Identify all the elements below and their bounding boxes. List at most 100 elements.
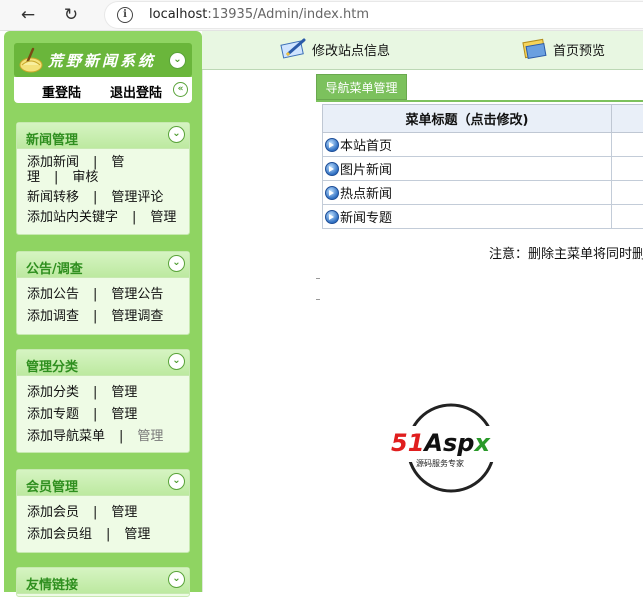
panel-news: 新闻管理 ⌄ 添加新闻|管 理|审核 新闻转移|管理评论 添加站内关键字|管理 xyxy=(16,122,190,235)
edit-site-info-button[interactable]: 修改站点信息 xyxy=(312,40,390,59)
panel-header: 公告/调查 ⌄ xyxy=(17,252,189,278)
bullet-arrow-icon xyxy=(325,138,339,152)
brand-header: 荒野新闻系统 ⌄ xyxy=(14,43,192,77)
homepage-preview-label: 首页预览 xyxy=(553,44,605,59)
panel-links: 友情链接 ⌄ xyxy=(16,567,190,597)
pencil-edit-icon xyxy=(280,36,308,60)
table-header-row: 菜单标题（点击修改) xyxy=(323,105,643,133)
manage-topic-link[interactable]: 管理 xyxy=(111,407,137,422)
chevron-down-icon[interactable]: ⌄ xyxy=(168,473,185,490)
panel-body: 添加新闻|管 理|审核 新闻转移|管理评论 添加站内关键字|管理 xyxy=(17,149,189,228)
add-notice-link[interactable]: 添加公告 xyxy=(27,287,79,302)
table-row: 图片新闻 xyxy=(323,157,643,181)
panel-header: 管理分类 ⌄ xyxy=(17,350,189,376)
menu-item-cell[interactable]: 新闻专题 xyxy=(323,205,612,229)
chevron-down-icon[interactable]: ⌄ xyxy=(168,571,185,588)
edit-site-info-label: 修改站点信息 xyxy=(312,44,390,59)
menu-item-cell[interactable]: 图片新闻 xyxy=(323,157,612,181)
divider-tick xyxy=(316,299,320,300)
panel-title: 新闻管理 xyxy=(26,129,78,148)
chevron-down-icon[interactable]: ⌄ xyxy=(168,126,185,143)
add-keywords-link[interactable]: 添加站内关键字 xyxy=(27,210,118,225)
add-survey-link[interactable]: 添加调查 xyxy=(27,309,79,324)
panel-member: 会员管理 ⌄ 添加会员|管理 添加会员组|管理 xyxy=(16,469,190,553)
browser-toolbar: ← ↻ i localhost:13935/Admin/index.htm xyxy=(0,0,643,31)
folder-preview-icon xyxy=(521,36,549,60)
admin-sidebar: 荒野新闻系统 ⌄ 重登陆 退出登陆 « 新闻管理 ⌄ 添加新闻|管 理|审核 新… xyxy=(4,31,202,592)
51aspx-watermark-logo: 51Aspx 源码服务专家 xyxy=(389,402,514,494)
column-header-menu-title: 菜单标题（点击修改) xyxy=(323,105,612,133)
manage-member-link[interactable]: 管理 xyxy=(111,505,137,520)
tab-nav-menu-management[interactable]: 导航菜单管理 xyxy=(316,74,407,100)
menu-item-link[interactable]: 热点新闻 xyxy=(340,187,392,202)
news-transfer-link[interactable]: 新闻转移 xyxy=(27,190,79,205)
chevron-down-icon[interactable]: ⌄ xyxy=(168,255,185,272)
table-row: 热点新闻 xyxy=(323,181,643,205)
table-row: 新闻专题 xyxy=(323,205,643,229)
manage-category-link[interactable]: 管理 xyxy=(111,385,137,400)
table-cell xyxy=(612,181,643,205)
manage-news-link[interactable]: 管 xyxy=(111,155,124,170)
panel-body: 添加会员|管理 添加会员组|管理 xyxy=(17,496,189,546)
main-content: 导航菜单管理 菜单标题（点击修改) 本站首页 图片新闻 热点新闻 新闻专题 注意… xyxy=(202,70,643,592)
panel-header: 会员管理 ⌄ xyxy=(17,470,189,496)
manage-notice-link[interactable]: 管理公告 xyxy=(111,287,163,302)
bullet-arrow-icon xyxy=(325,210,339,224)
bullet-arrow-icon xyxy=(325,162,339,176)
collapse-chevron-icon[interactable]: ⌄ xyxy=(169,52,186,69)
nav-menu-table: 菜单标题（点击修改) 本站首页 图片新闻 热点新闻 新闻专题 xyxy=(322,104,643,229)
table-cell xyxy=(612,133,643,157)
add-member-link[interactable]: 添加会员 xyxy=(27,505,79,520)
add-topic-link[interactable]: 添加专题 xyxy=(27,407,79,422)
table-row: 本站首页 xyxy=(323,133,643,157)
manage-comments-link[interactable]: 管理评论 xyxy=(111,190,163,205)
panel-notice: 公告/调查 ⌄ 添加公告|管理公告 添加调查|管理调查 xyxy=(16,251,190,335)
site-info-icon[interactable]: i xyxy=(117,7,133,23)
manage-keywords-link[interactable]: 管理 xyxy=(150,210,176,225)
manage-news-link-cont[interactable]: 理 xyxy=(27,170,40,185)
delete-warning-note: 注意：删除主菜单将同时删 xyxy=(489,243,643,262)
brand-title: 荒野新闻系统 xyxy=(48,50,156,71)
chevron-down-icon[interactable]: ⌄ xyxy=(168,353,185,370)
add-member-group-link[interactable]: 添加会员组 xyxy=(27,527,92,542)
manage-survey-link[interactable]: 管理调查 xyxy=(111,309,163,324)
menu-item-link[interactable]: 新闻专题 xyxy=(340,211,392,226)
panel-header: 友情链接 ⌄ xyxy=(17,568,189,594)
manage-member-group-link[interactable]: 管理 xyxy=(124,527,150,542)
panel-title: 友情链接 xyxy=(26,574,78,593)
bullet-arrow-icon xyxy=(325,186,339,200)
menu-item-cell[interactable]: 热点新闻 xyxy=(323,181,612,205)
homepage-preview-button[interactable]: 首页预览 xyxy=(553,40,605,59)
manage-nav-link[interactable]: 管理 xyxy=(137,429,163,444)
menu-item-cell[interactable]: 本站首页 xyxy=(323,133,612,157)
panel-title: 管理分类 xyxy=(26,356,78,375)
relogin-link[interactable]: 重登陆 xyxy=(42,82,81,101)
add-nav-menu-link[interactable]: 添加导航菜单 xyxy=(27,429,105,444)
panel-body: 添加公告|管理公告 添加调查|管理调查 xyxy=(17,278,189,328)
collapse-left-icon[interactable]: « xyxy=(173,82,188,97)
reload-icon[interactable]: ↻ xyxy=(59,4,83,26)
review-news-link[interactable]: 审核 xyxy=(72,170,98,185)
tab-underline xyxy=(316,100,643,102)
divider-tick xyxy=(316,278,320,279)
watermark-slogan: 源码服务专家 xyxy=(416,458,464,468)
watermark-brand: 51Aspx xyxy=(391,429,491,457)
address-bar[interactable]: i localhost:13935/Admin/index.htm xyxy=(104,1,643,29)
login-bar: 重登陆 退出登陆 « xyxy=(14,77,192,103)
table-cell xyxy=(612,205,643,229)
column-header-extra xyxy=(612,105,643,133)
panel-title: 公告/调查 xyxy=(26,258,83,277)
add-category-link[interactable]: 添加分类 xyxy=(27,385,79,400)
top-toolbar: 修改站点信息 首页预览 xyxy=(202,31,643,70)
panel-category: 管理分类 ⌄ 添加分类|管理 添加专题|管理 添加导航菜单|管理 xyxy=(16,349,190,453)
panel-header: 新闻管理 ⌄ xyxy=(17,123,189,149)
panel-title: 会员管理 xyxy=(26,476,78,495)
table-cell xyxy=(612,157,643,181)
panel-body: 添加分类|管理 添加专题|管理 添加导航菜单|管理 xyxy=(17,376,189,448)
url-text: localhost:13935/Admin/index.htm xyxy=(149,7,369,22)
menu-item-link[interactable]: 本站首页 xyxy=(340,139,392,154)
broom-logo-icon xyxy=(18,45,44,73)
back-arrow-icon[interactable]: ← xyxy=(16,4,40,26)
logout-link[interactable]: 退出登陆 xyxy=(110,82,162,101)
menu-item-link[interactable]: 图片新闻 xyxy=(340,163,392,178)
